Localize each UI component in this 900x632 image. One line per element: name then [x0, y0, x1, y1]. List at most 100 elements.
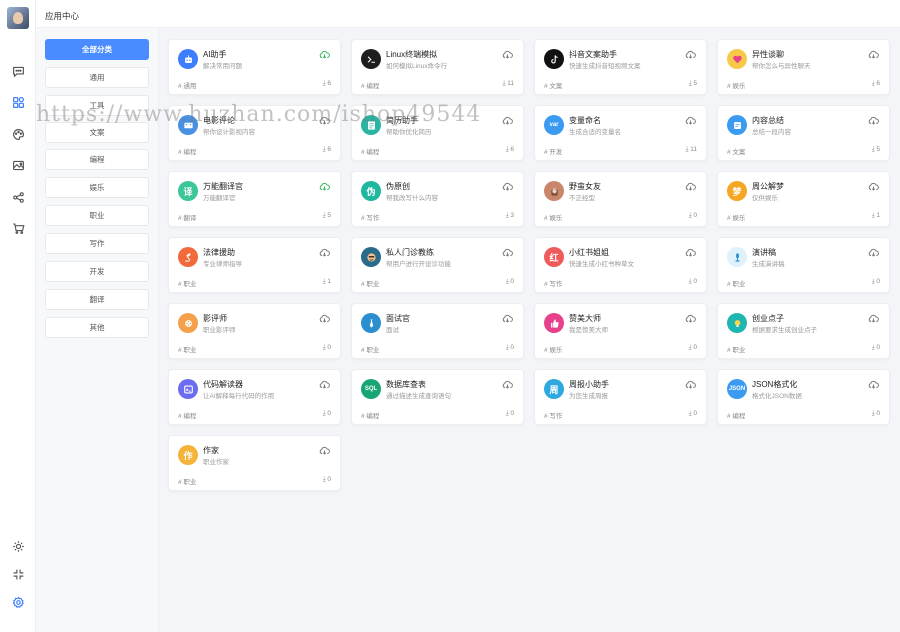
app-description: 格式化JSON数据 — [752, 393, 802, 400]
cloud-download-icon[interactable] — [319, 181, 330, 192]
app-card[interactable]: 伪伪原创 帮我改写什么内容 # 写作 ⤓ 3 — [351, 171, 524, 227]
cloud-download-icon[interactable] — [685, 247, 696, 258]
download-count: ⤓ 0 — [872, 410, 880, 418]
cloud-download-icon[interactable] — [685, 313, 696, 324]
app-card[interactable]: 创业点子 根据要求生成创业点子 # 职业 ⤓ 0 — [717, 303, 890, 359]
app-card[interactable]: 抖音文案助手 快速生成抖音短视频文案 # 文案 ⤓ 5 — [534, 39, 707, 95]
apps-icon[interactable] — [10, 94, 26, 110]
app-description: 帮你设计影视内容 — [203, 129, 255, 136]
download-count-value: 0 — [693, 344, 697, 351]
cloud-download-icon[interactable] — [868, 49, 879, 60]
app-card[interactable]: 周周报小助手 为您生成周报 # 写作 ⤓ 0 — [534, 369, 707, 425]
app-card[interactable]: var 变量命名 生成合适的变量名 # 开发 ⤓ 11 — [534, 105, 707, 161]
app-card[interactable]: 内容总结 总结一段内容 # 文案 ⤓ 5 — [717, 105, 890, 161]
category-1[interactable]: 通用 — [45, 67, 149, 88]
app-title: 异性谈聊 — [752, 50, 784, 59]
category-10[interactable]: 其他 — [45, 317, 149, 338]
cloud-download-icon[interactable] — [502, 181, 513, 192]
cloud-download-icon[interactable] — [685, 115, 696, 126]
cloud-download-icon[interactable] — [319, 379, 330, 390]
cloud-download-icon[interactable] — [502, 313, 513, 324]
cloud-download-icon[interactable] — [868, 247, 879, 258]
app-card[interactable]: 演讲稿 生成演讲稿 # 职业 ⤓ 0 — [717, 237, 890, 293]
app-card[interactable]: 私人门诊教练 帮用户进行开设诊功能 # 职业 ⤓ 0 — [351, 237, 524, 293]
app-text-icon: var — [544, 115, 564, 135]
cloud-download-icon[interactable] — [868, 379, 879, 390]
cloud-download-icon[interactable] — [868, 115, 879, 126]
download-count: ⤓ 0 — [506, 344, 514, 352]
category-8[interactable]: 开发 — [45, 261, 149, 282]
app-description: 我是赞美大师 — [569, 327, 608, 334]
palette-icon[interactable] — [10, 126, 26, 142]
app-category-tag: # 职业 — [727, 347, 746, 354]
app-category-tag: # 编程 — [361, 83, 380, 90]
category-9[interactable]: 翻译 — [45, 289, 149, 310]
app-title: Linux终端模拟 — [386, 50, 438, 59]
top-header: 应用中心 — [36, 0, 900, 28]
app-card[interactable]: 面试官 面试 # 职业 ⤓ 0 — [351, 303, 524, 359]
chat-icon[interactable] — [10, 63, 26, 79]
cloud-download-icon[interactable] — [502, 49, 513, 60]
app-description: 帮你怎么与异性聊天 — [752, 63, 811, 70]
app-card[interactable]: 影评师 职业影评师 # 职业 ⤓ 0 — [168, 303, 341, 359]
category-3[interactable]: 文案 — [45, 122, 149, 143]
app-card[interactable]: 红小红书姐姐 快速生成小红书种草文 # 写作 ⤓ 0 — [534, 237, 707, 293]
app-description: 万能翻译官 — [203, 195, 236, 202]
category-2[interactable]: 工具 — [45, 95, 149, 116]
category-7[interactable]: 写作 — [45, 233, 149, 254]
cloud-download-icon[interactable] — [685, 181, 696, 192]
app-title: 数据库查表 — [386, 380, 426, 389]
cloud-download-icon[interactable] — [319, 313, 330, 324]
share-icon[interactable] — [10, 189, 26, 205]
app-card[interactable]: 梦周公解梦 仅供娱乐 # 娱乐 ⤓ 1 — [717, 171, 890, 227]
category-4[interactable]: 编程 — [45, 149, 149, 170]
app-card[interactable]: Linux终端模拟 如何模拟Linux命令行 # 编程 ⤓ 11 — [351, 39, 524, 95]
avatar[interactable] — [7, 7, 29, 29]
app-title: 代码解读器 — [203, 380, 243, 389]
app-card[interactable]: SQL 数据库查表 通过描述生成查询语句 # 编程 ⤓ 0 — [351, 369, 524, 425]
cloud-download-icon[interactable] — [502, 115, 513, 126]
cloud-download-icon[interactable] — [319, 49, 330, 60]
app-card[interactable]: 简历助手 帮助你优化简历 # 编程 ⤓ 6 — [351, 105, 524, 161]
reel-icon — [178, 313, 198, 333]
app-card[interactable]: JSON JSON格式化 格式化JSON数据 # 编程 ⤓ 0 — [717, 369, 890, 425]
app-card[interactable]: AI助手 解决常用问题 # 通用 ⤓ 6 — [168, 39, 341, 95]
app-title: 抖音文案助手 — [569, 50, 617, 59]
download-count: ⤓ 5 — [323, 212, 331, 220]
image-icon[interactable] — [10, 157, 26, 173]
settings-icon[interactable] — [10, 594, 26, 610]
app-category-tag: # 写作 — [361, 215, 380, 222]
download-count-value: 0 — [693, 410, 697, 417]
cloud-download-icon[interactable] — [685, 379, 696, 390]
app-card[interactable]: 译万能翻译官 万能翻译官 # 翻译 ⤓ 5 — [168, 171, 341, 227]
download-count: ⤓ 0 — [323, 476, 331, 484]
download-count: ⤓ 11 — [503, 80, 514, 88]
category-5[interactable]: 娱乐 — [45, 177, 149, 198]
cloud-download-icon[interactable] — [868, 313, 879, 324]
app-description: 快速生成小红书种草文 — [569, 261, 634, 268]
collapse-icon[interactable] — [10, 566, 26, 582]
cloud-download-icon[interactable] — [502, 379, 513, 390]
cloud-download-icon[interactable] — [319, 247, 330, 258]
cloud-download-icon[interactable] — [502, 247, 513, 258]
download-count: ⤓ 6 — [323, 80, 331, 88]
download-count-value: 1 — [876, 212, 880, 219]
app-card[interactable]: 野蛮女友 不正经型 # 娱乐 ⤓ 0 — [534, 171, 707, 227]
app-category-tag: # 职业 — [178, 479, 197, 486]
cloud-download-icon[interactable] — [868, 181, 879, 192]
app-category-tag: # 编程 — [361, 413, 380, 420]
app-card[interactable]: 异性谈聊 帮你怎么与异性聊天 # 娱乐 ⤓ 6 — [717, 39, 890, 95]
app-title: 面试官 — [386, 314, 410, 323]
cart-icon[interactable] — [10, 220, 26, 236]
category-6[interactable]: 职业 — [45, 205, 149, 226]
app-card[interactable]: 电影评论 帮你设计影视内容 # 编程 ⤓ 6 — [168, 105, 341, 161]
cloud-download-icon[interactable] — [319, 115, 330, 126]
app-card[interactable]: 代码解读器 让AI解释每行代码的作用 # 编程 ⤓ 0 — [168, 369, 341, 425]
app-card[interactable]: 赞美大师 我是赞美大师 # 娱乐 ⤓ 0 — [534, 303, 707, 359]
sun-icon[interactable] — [10, 538, 26, 554]
cloud-download-icon[interactable] — [685, 49, 696, 60]
app-card[interactable]: 法律援助 专业律师指导 # 职业 ⤓ 1 — [168, 237, 341, 293]
cloud-download-icon[interactable] — [319, 445, 330, 456]
category-0[interactable]: 全部分类 — [45, 39, 149, 60]
app-card[interactable]: 作作家 职业作家 # 职业 ⤓ 0 — [168, 435, 341, 491]
